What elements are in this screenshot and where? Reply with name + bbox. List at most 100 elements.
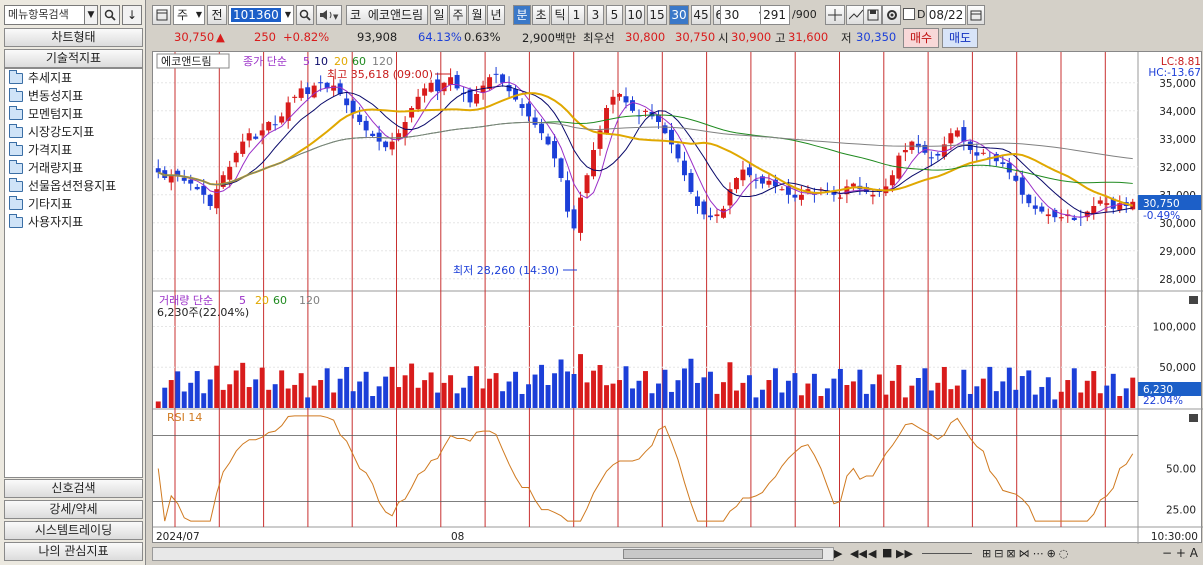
volume-bar (500, 391, 506, 408)
minute-button[interactable]: 1 (568, 5, 585, 25)
buy-button[interactable]: 매수 (903, 28, 939, 48)
tree-item[interactable]: 거래량지표 (5, 159, 142, 177)
tree-item[interactable]: 시장강도지표 (5, 123, 142, 141)
candle-body (571, 209, 577, 229)
period-button[interactable]: 주 (449, 5, 467, 25)
volume-ratio: 64.13% (418, 30, 462, 44)
chevron-down-icon[interactable]: ▼ (84, 5, 98, 25)
stock-name-box[interactable]: 코 에코앤드림 (346, 5, 428, 25)
count-total: /900 (792, 8, 817, 21)
date-checkbox[interactable] (903, 8, 915, 20)
candle-body (766, 180, 772, 185)
forward-icon[interactable]: ▶▶ (896, 547, 913, 560)
x-axis-time: 10:30:00 (1151, 531, 1198, 543)
scrollbar[interactable] (152, 547, 834, 561)
tree-item[interactable]: 사용자지표 (5, 213, 142, 231)
candle-body (344, 98, 350, 106)
volume-bar (1006, 367, 1012, 408)
candle-body (396, 133, 402, 140)
grid-icon[interactable] (152, 5, 171, 25)
min-annotation: 최저 28,260 (14:30) (453, 264, 559, 277)
zoom-controls[interactable]: − + A (1162, 546, 1198, 560)
tree-item[interactable]: 선물옵션전용지표 (5, 177, 142, 195)
volume-bar (1032, 394, 1038, 408)
zoom-slider[interactable] (922, 553, 972, 554)
volume-bar (772, 368, 778, 408)
period-button[interactable]: 일 (430, 5, 448, 25)
chart-area[interactable]: 35,00034,00033,00032,00031,00030,00029,0… (152, 51, 1203, 544)
minute-button[interactable]: 3 (587, 5, 604, 25)
scrollbar-thumb[interactable] (623, 549, 823, 559)
tree-item[interactable]: 기타지표 (5, 195, 142, 213)
minute-button[interactable]: 30 (669, 5, 689, 25)
code-input[interactable]: 101360 ▼ (228, 5, 294, 25)
period-button[interactable]: 초 (532, 5, 550, 25)
volume-bar (798, 395, 804, 408)
change-percent: +0.82% (283, 30, 330, 44)
date-input[interactable]: 08/22 (926, 5, 966, 25)
prev-button[interactable]: 전 (207, 5, 227, 25)
crosshair-icon[interactable] (825, 5, 845, 25)
volume-bar (331, 392, 337, 408)
period-button[interactable]: 월 (468, 5, 486, 25)
search-icon[interactable] (100, 5, 120, 25)
price-axis-tick: 32,000 (1159, 162, 1196, 174)
volume-bar (643, 371, 648, 408)
tree-item[interactable]: 추세지표 (5, 69, 142, 87)
count-input[interactable]: 291 (760, 5, 790, 25)
volume-bar (850, 381, 856, 408)
minute-button[interactable]: 5 (606, 5, 623, 25)
arrow-down-icon[interactable]: ↓ (122, 5, 142, 25)
minute-button[interactable]: 10 (625, 5, 645, 25)
left-bottom-button[interactable]: 강세/약세 (4, 500, 143, 519)
volume-bar (194, 371, 200, 408)
tree-item[interactable]: 모멘텀지표 (5, 105, 142, 123)
period-button[interactable]: 분 (513, 5, 531, 25)
tree-item[interactable]: 변동성지표 (5, 87, 142, 105)
stop-icon[interactable]: ■ (882, 546, 892, 559)
left-bottom-button[interactable]: 나의 관심지표 (4, 542, 143, 561)
left-bottom-button[interactable]: 신호검색 (4, 479, 143, 498)
save-icon[interactable] (863, 5, 882, 25)
chart-svg[interactable]: 35,00034,00033,00032,00031,00030,00029,0… (153, 52, 1203, 544)
calendar-icon[interactable] (967, 5, 985, 25)
tree-item-label: 선물옵션전용지표 (28, 179, 117, 193)
volume-bar (259, 367, 265, 408)
candle-body (552, 141, 558, 159)
left-bottom-button[interactable]: 시스템트레이딩 (4, 521, 143, 540)
search-icon[interactable] (296, 5, 314, 25)
period-button[interactable]: 틱 (551, 5, 569, 25)
period-select[interactable]: 주 ▼ (173, 5, 205, 25)
gear-icon[interactable] (882, 5, 901, 25)
tree-item[interactable]: 가격지표 (5, 141, 142, 159)
speaker-icon[interactable]: ▼ (316, 5, 342, 25)
play-back-icon[interactable]: ◀ (868, 547, 876, 560)
volume-bar (720, 382, 726, 408)
price-axis-tick: 29,000 (1159, 246, 1196, 258)
indicator-tree: 추세지표 변동성지표 모멘텀지표 시장강도지표 가격지표 거래량지표선물옵션전용지표기타지… (4, 68, 143, 478)
volume-bar (961, 369, 967, 408)
candle-body (1013, 175, 1019, 181)
candle-body (188, 179, 194, 184)
candle-body (448, 77, 454, 86)
scroll-right-icon[interactable]: ▶ (834, 547, 842, 560)
chart-type-button[interactable]: 차트형태 (4, 28, 143, 47)
low-price: 30,350 (856, 30, 897, 44)
volume-bar (467, 375, 473, 408)
tech-indicator-button[interactable]: 기술적지표 (4, 49, 143, 68)
svg-text:▼: ▼ (333, 13, 339, 21)
minute-button[interactable]: 45 (691, 5, 711, 25)
x-axis-label: 2024/07 (156, 531, 200, 543)
volume-bar (240, 362, 246, 408)
period-button[interactable]: 년 (487, 5, 505, 25)
tool-icons[interactable]: ⊞⊟⊠⋈⋯⊕◌ (982, 547, 1071, 560)
volume-bar (168, 380, 174, 408)
stock-name: 에코앤드림 (367, 8, 424, 22)
rewind-icon[interactable]: ◀◀ (850, 547, 867, 560)
candle-body (272, 124, 278, 126)
candle-body (954, 130, 960, 137)
sell-button[interactable]: 매도 (942, 28, 978, 48)
minute-button[interactable]: 15 (647, 5, 667, 25)
volume-bar (441, 382, 447, 408)
volume-bar (701, 377, 707, 408)
